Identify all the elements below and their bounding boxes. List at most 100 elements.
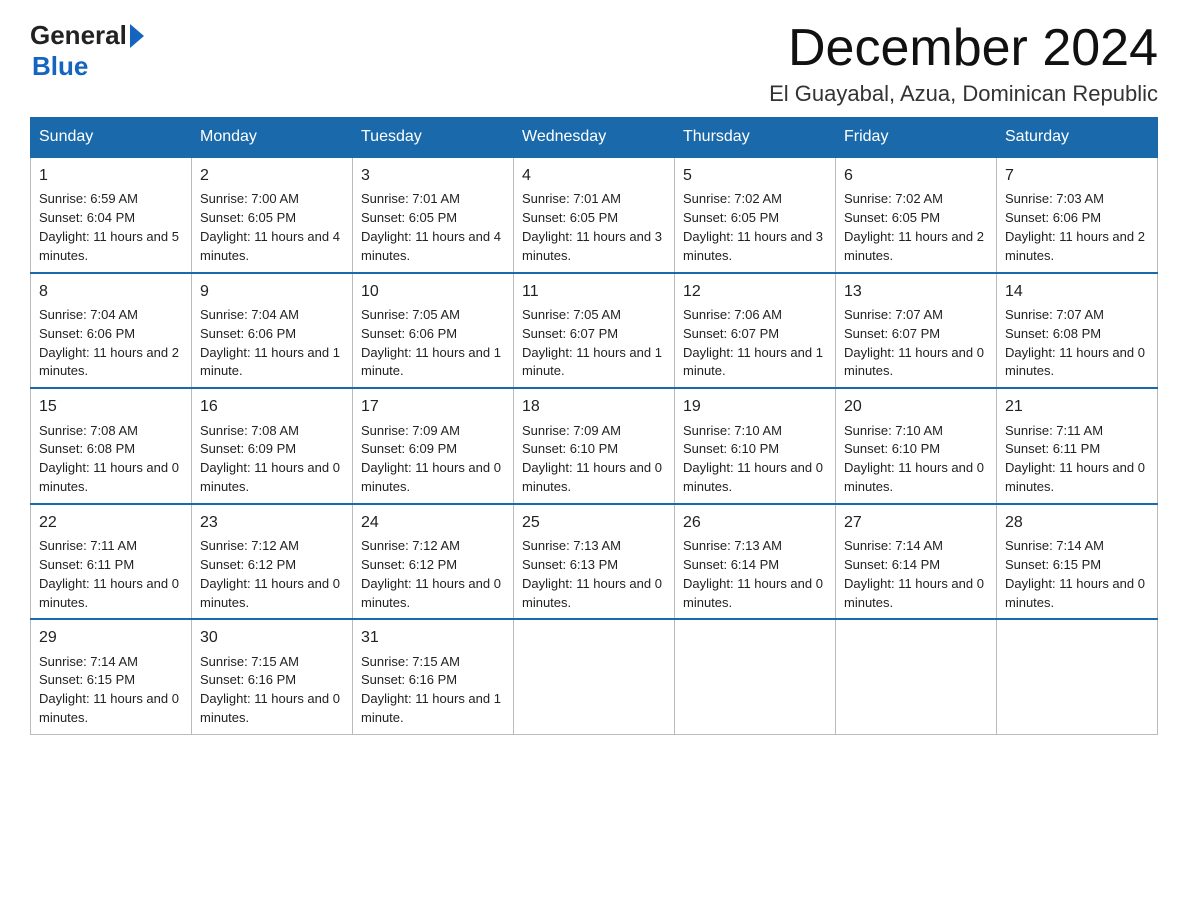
daylight-text: Daylight: 11 hours and 0 minutes. <box>683 576 823 610</box>
sunrise-text: Sunrise: 7:09 AM <box>361 423 460 438</box>
sunrise-text: Sunrise: 7:02 AM <box>844 191 943 206</box>
calendar-cell <box>997 619 1158 734</box>
calendar-cell: 20Sunrise: 7:10 AMSunset: 6:10 PMDayligh… <box>836 388 997 504</box>
sunset-text: Sunset: 6:09 PM <box>200 441 296 456</box>
sunset-text: Sunset: 6:11 PM <box>39 557 134 572</box>
calendar-cell: 17Sunrise: 7:09 AMSunset: 6:09 PMDayligh… <box>353 388 514 504</box>
title-area: December 2024 El Guayabal, Azua, Dominic… <box>769 20 1158 107</box>
calendar-cell: 16 Sunrise: 7:08 AM Sunset: 6:09 PM Dayligh… <box>192 388 353 504</box>
calendar-cell <box>836 619 997 734</box>
calendar-cell: 6Sunrise: 7:02 AMSunset: 6:05 PMDaylight… <box>836 157 997 273</box>
calendar-cell: 12Sunrise: 7:06 AMSunset: 6:07 PMDayligh… <box>675 273 836 389</box>
sunrise-text: Sunrise: 7:06 AM <box>683 307 782 322</box>
calendar-cell: 25 Sunrise: 7:13 AM Sunset: 6:13 PM Dayligh… <box>514 504 675 620</box>
sunset-text: Sunset: 6:05 PM <box>200 210 296 225</box>
calendar-cell: 30Sunrise: 7:15 AMSunset: 6:16 PMDayligh… <box>192 619 353 734</box>
sunset-text: Sunset: 6:06 PM <box>39 326 135 341</box>
sunset-text: Sunset: 6:08 PM <box>1005 326 1101 341</box>
day-number: 5 <box>683 164 827 187</box>
sunrise-text: Sunrise: 7:04 AM <box>39 307 138 322</box>
sunrise-text: Sunrise: 7:08 AM <box>39 423 138 438</box>
sunset-text: Sunset: 6:09 PM <box>361 441 457 456</box>
calendar-week-3: 15Sunrise: 7:08 AMSunset: 6:08 PMDayligh… <box>31 388 1158 504</box>
daylight-text: Daylight: 11 hours and 4 minutes. <box>200 229 340 263</box>
daylight-text: Daylight: 11 hours and 0 minutes. <box>522 576 662 610</box>
day-number: 31 <box>361 626 505 649</box>
daylight-text: Daylight: 11 hours and 0 minutes. <box>844 345 984 379</box>
sunrise-text: Sunrise: 7:14 AM <box>39 654 138 669</box>
daylight-text: Daylight: 11 hours and 0 minutes. <box>200 576 340 610</box>
sunset-text: Sunset: 6:16 PM <box>200 672 296 687</box>
daylight-text: Daylight: 11 hours and 4 minutes. <box>361 229 501 263</box>
page-header: General Blue December 2024 El Guayabal, … <box>30 20 1158 107</box>
calendar-cell <box>675 619 836 734</box>
sunset-text: Sunset: 6:07 PM <box>844 326 940 341</box>
calendar-cell: 22Sunrise: 7:11 AMSunset: 6:11 PMDayligh… <box>31 504 192 620</box>
daylight-text: Daylight: 11 hours and 1 minute. <box>522 345 662 379</box>
day-number: 4 <box>522 164 666 187</box>
sunrise-text: Sunrise: 7:09 AM <box>522 423 621 438</box>
daylight-text: Daylight: 11 hours and 5 minutes. <box>39 229 179 263</box>
sunrise-text: Sunrise: 7:14 AM <box>1005 538 1104 553</box>
sunrise-text: Sunrise: 7:07 AM <box>1005 307 1104 322</box>
calendar-cell: 8Sunrise: 7:04 AMSunset: 6:06 PMDaylight… <box>31 273 192 389</box>
sunrise-text: Sunrise: 7:07 AM <box>844 307 943 322</box>
calendar-cell: 21Sunrise: 7:11 AMSunset: 6:11 PMDayligh… <box>997 388 1158 504</box>
calendar-cell: 24Sunrise: 7:12 AMSunset: 6:12 PMDayligh… <box>353 504 514 620</box>
day-number: 2 <box>200 164 344 187</box>
daylight-text: Daylight: 11 hours and 0 minutes. <box>1005 345 1145 379</box>
sunset-text: Sunset: 6:04 PM <box>39 210 135 225</box>
sunrise-text: Sunrise: 7:05 AM <box>361 307 460 322</box>
sunset-text: Sunset: 6:06 PM <box>1005 210 1101 225</box>
col-monday: Monday <box>192 118 353 158</box>
sunrise-text: Sunrise: 7:08 AM <box>200 423 299 438</box>
daylight-text: Daylight: 11 hours and 0 minutes. <box>361 576 501 610</box>
calendar-table: Sunday Monday Tuesday Wednesday Thursday… <box>30 117 1158 735</box>
calendar-cell: 27Sunrise: 7:14 AMSunset: 6:14 PMDayligh… <box>836 504 997 620</box>
sunrise-text: Sunrise: 7:10 AM <box>844 423 943 438</box>
sunrise-text: Sunrise: 7:12 AM <box>361 538 460 553</box>
day-number: 1 <box>39 164 183 187</box>
sunrise-text: Sunrise: 7:15 AM <box>361 654 460 669</box>
col-sunday: Sunday <box>31 118 192 158</box>
calendar-cell: 28 Sunrise: 7:14 AM Sunset: 6:15 PM Dayligh… <box>997 504 1158 620</box>
calendar-cell <box>514 619 675 734</box>
calendar-cell: 9Sunrise: 7:04 AMSunset: 6:06 PMDaylight… <box>192 273 353 389</box>
day-number: 16 <box>200 395 344 418</box>
calendar-week-1: 1Sunrise: 6:59 AMSunset: 6:04 PMDaylight… <box>31 157 1158 273</box>
day-number: 28 <box>1005 511 1149 534</box>
daylight-text: Daylight: 11 hours and 3 minutes. <box>522 229 662 263</box>
daylight-text: Daylight: 11 hours and 2 minutes. <box>1005 229 1145 263</box>
sunset-text: Sunset: 6:10 PM <box>522 441 618 456</box>
col-wednesday: Wednesday <box>514 118 675 158</box>
calendar-cell: 19Sunrise: 7:10 AMSunset: 6:10 PMDayligh… <box>675 388 836 504</box>
sunset-text: Sunset: 6:13 PM <box>522 557 618 572</box>
day-number: 21 <box>1005 395 1149 418</box>
logo-general: General <box>30 20 127 51</box>
daylight-text: Daylight: 11 hours and 1 minute. <box>361 345 501 379</box>
calendar-cell: 29Sunrise: 7:14 AMSunset: 6:15 PMDayligh… <box>31 619 192 734</box>
calendar-cell: 23Sunrise: 7:12 AMSunset: 6:12 PMDayligh… <box>192 504 353 620</box>
sunrise-text: Sunrise: 7:01 AM <box>522 191 621 206</box>
daylight-text: Daylight: 11 hours and 0 minutes. <box>844 460 984 494</box>
logo: General Blue <box>30 20 144 82</box>
daylight-text: Daylight: 11 hours and 0 minutes. <box>1005 576 1145 610</box>
sunset-text: Sunset: 6:15 PM <box>1005 557 1101 572</box>
daylight-text: Daylight: 11 hours and 0 minutes. <box>683 460 823 494</box>
day-number: 19 <box>683 395 827 418</box>
calendar-cell: 13Sunrise: 7:07 AMSunset: 6:07 PMDayligh… <box>836 273 997 389</box>
day-number: 17 <box>361 395 505 418</box>
calendar-cell: 4Sunrise: 7:01 AMSunset: 6:05 PMDaylight… <box>514 157 675 273</box>
sunrise-text: Sunrise: 7:05 AM <box>522 307 621 322</box>
sunset-text: Sunset: 6:15 PM <box>39 672 135 687</box>
day-number: 30 <box>200 626 344 649</box>
day-number: 6 <box>844 164 988 187</box>
calendar-cell: 18Sunrise: 7:09 AMSunset: 6:10 PMDayligh… <box>514 388 675 504</box>
sunrise-text: Sunrise: 7:13 AM <box>522 538 621 553</box>
daylight-text: Daylight: 11 hours and 0 minutes. <box>39 576 179 610</box>
day-number: 10 <box>361 280 505 303</box>
daylight-text: Daylight: 11 hours and 0 minutes. <box>200 460 340 494</box>
day-number: 25 <box>522 511 666 534</box>
calendar-cell: 10Sunrise: 7:05 AMSunset: 6:06 PMDayligh… <box>353 273 514 389</box>
sunset-text: Sunset: 6:07 PM <box>522 326 618 341</box>
